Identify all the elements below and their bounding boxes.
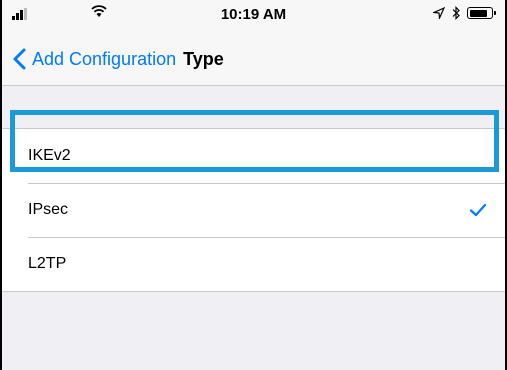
status-bar: 10:19 AM (0, 0, 507, 28)
back-button[interactable]: Add Configuration (10, 47, 176, 71)
navigation-bar: Add Configuration Type (0, 36, 507, 82)
settings-screen: 10:19 AM Add Configuration Type IKEv2 IP… (0, 0, 507, 370)
page-title: Type (183, 48, 224, 69)
type-options-list: IKEv2 IPsec L2TP (0, 128, 507, 292)
status-time: 10:19 AM (220, 6, 287, 23)
list-item-ikev2[interactable]: IKEv2 (0, 129, 507, 183)
back-button-label: Add Configuration (32, 48, 177, 69)
status-right-icons (433, 5, 496, 21)
frame-border-left (0, 0, 2, 370)
checkmark-icon (469, 203, 487, 217)
list-item-l2tp[interactable]: L2TP (0, 237, 507, 291)
location-arrow-icon (433, 7, 445, 19)
chevron-left-icon (13, 48, 26, 70)
bluetooth-icon (452, 6, 460, 20)
list-item-label: IKEv2 (28, 147, 71, 164)
battery-icon (467, 7, 496, 19)
list-item-ipsec[interactable]: IPsec (0, 183, 507, 237)
list-item-label: L2TP (28, 255, 67, 272)
top-bar: 10:19 AM Add Configuration Type (0, 0, 507, 85)
list-item-label: IPsec (28, 201, 69, 218)
topbar-divider (0, 85, 507, 86)
